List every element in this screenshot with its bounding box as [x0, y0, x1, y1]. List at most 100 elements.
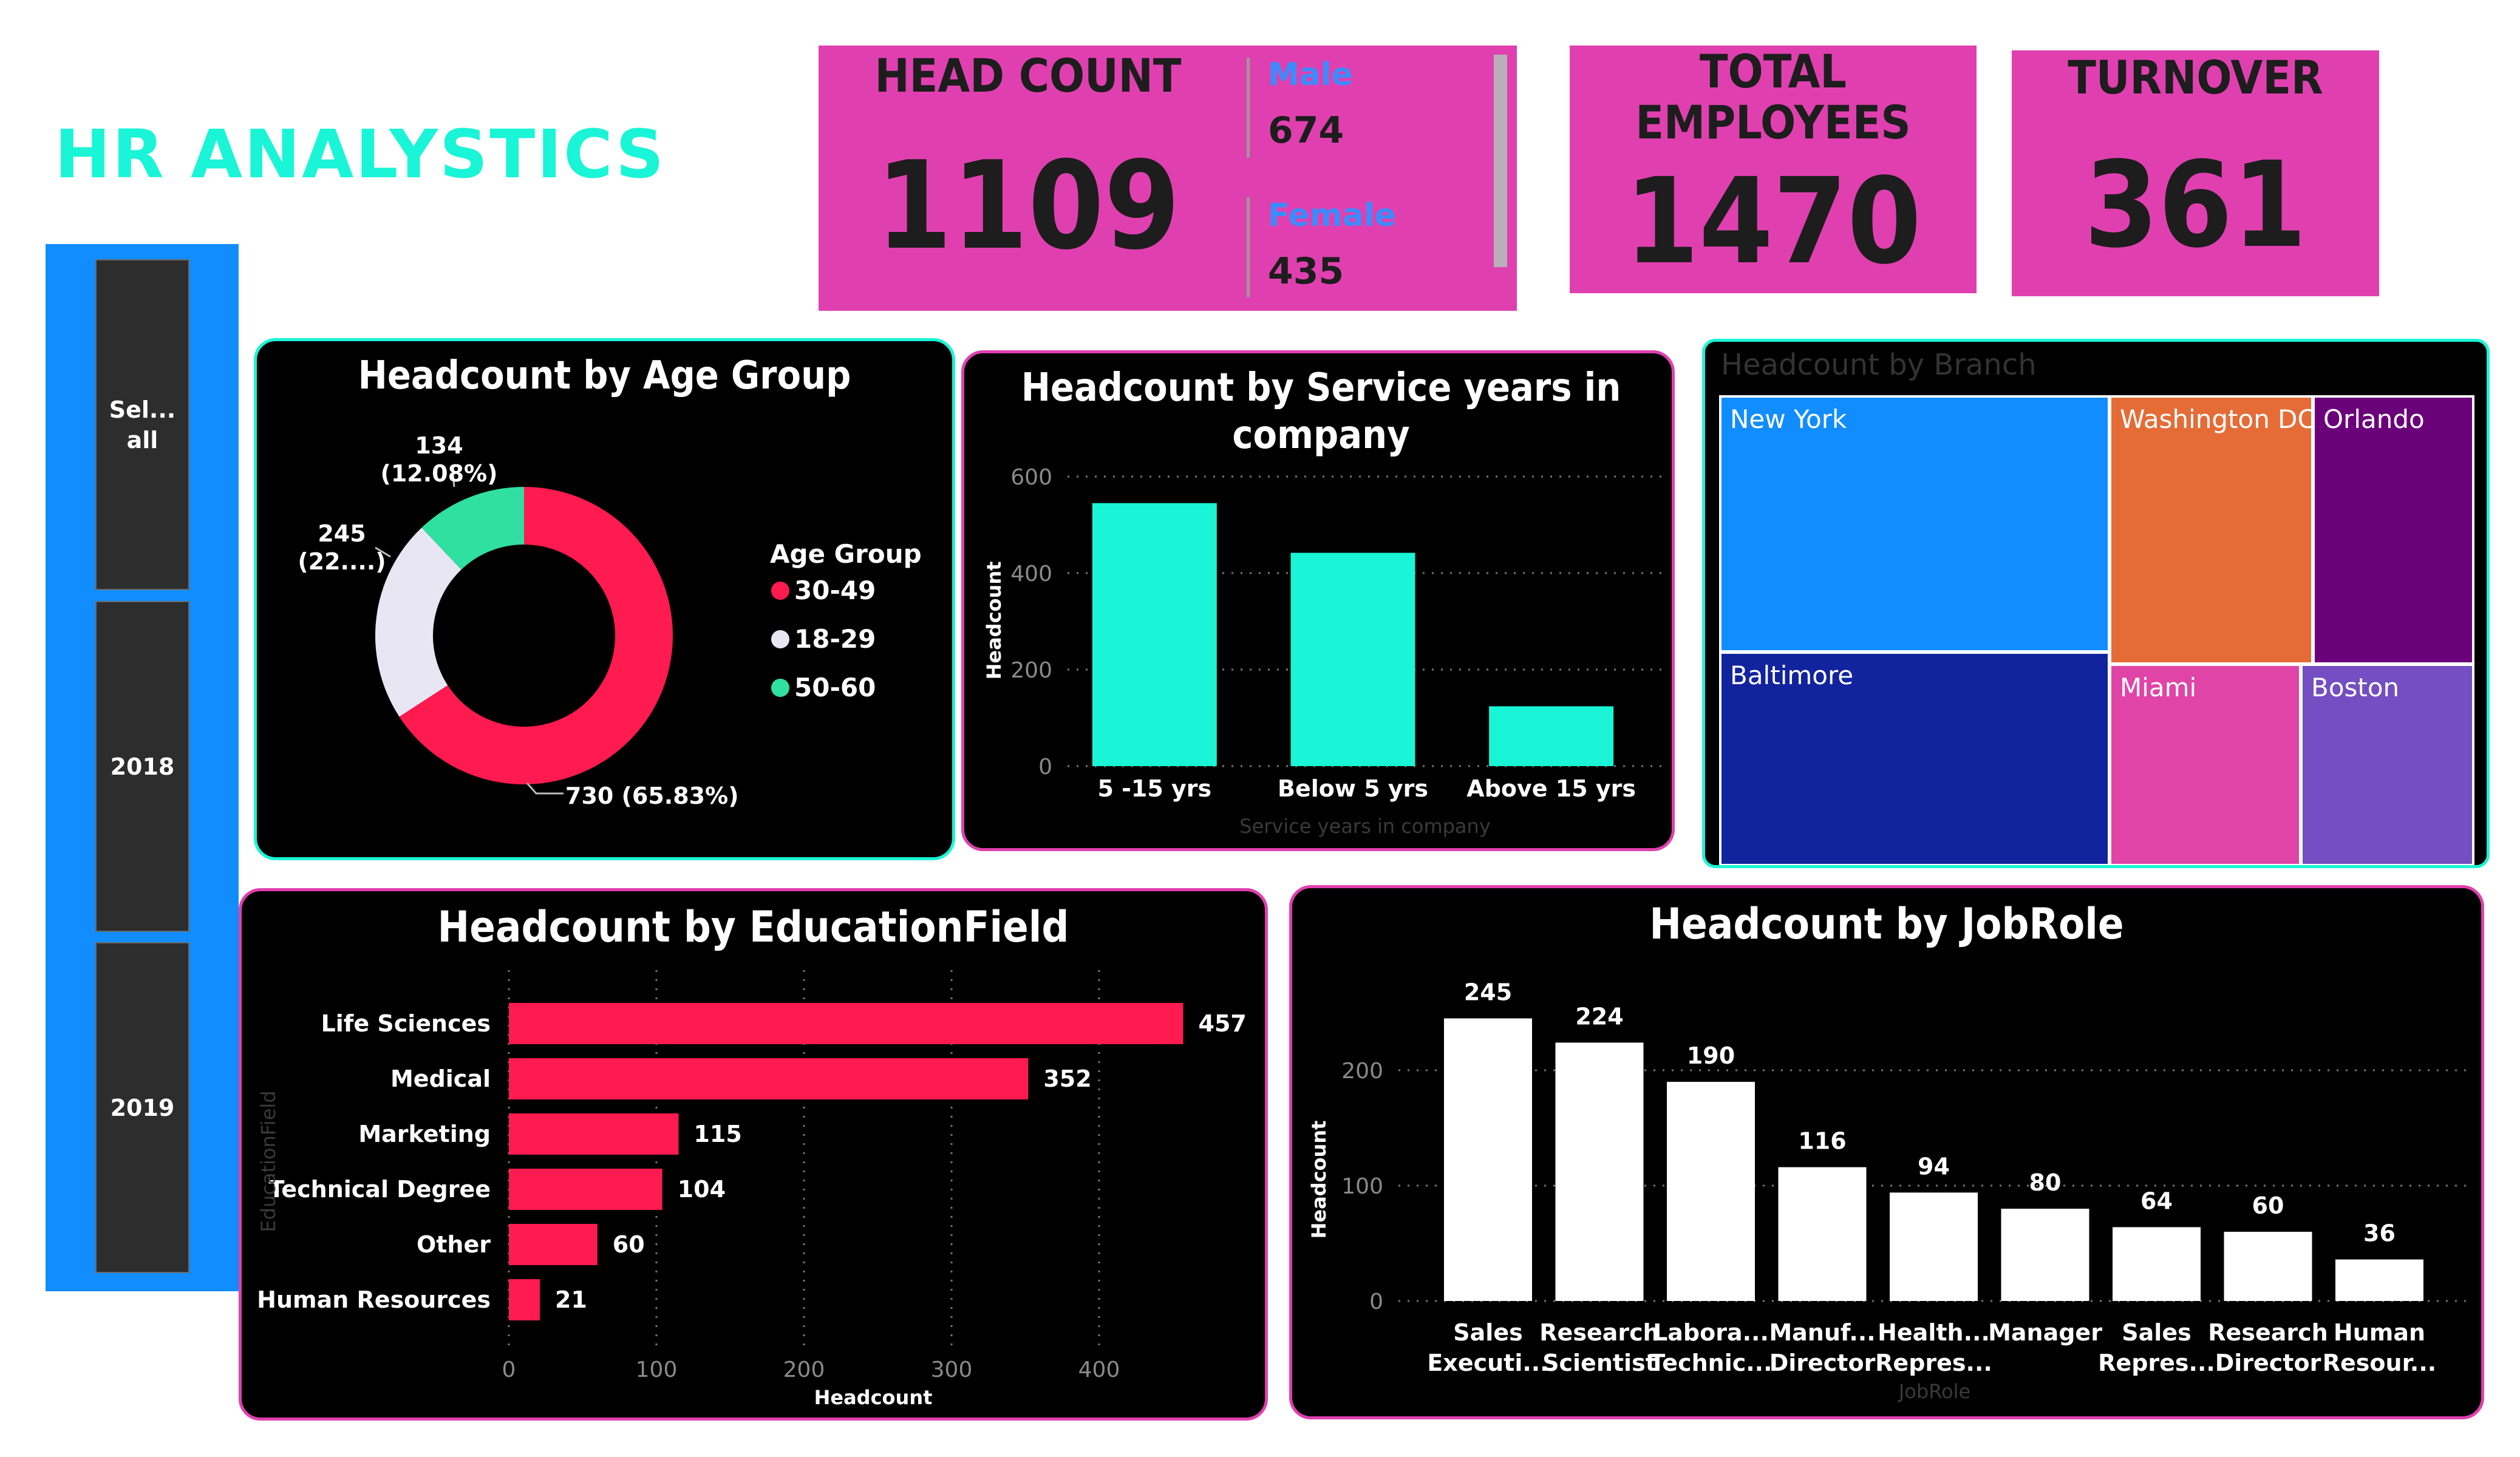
- service-years-chart-panel: Headcount by Service years in company 02…: [961, 350, 1675, 851]
- y-axis-label: Headcount: [982, 562, 1006, 680]
- divider: [1247, 58, 1250, 158]
- y-tick-label: 200: [1341, 1059, 1383, 1084]
- y-axis-label: EducationField: [257, 1090, 280, 1232]
- bar: [509, 1224, 598, 1265]
- data-label: 245: [1464, 979, 1512, 1006]
- y-tick-label: Life Sciences: [321, 1010, 491, 1037]
- x-tick-label: 200: [783, 1357, 825, 1382]
- data-label: 224: [1575, 1003, 1623, 1030]
- slicer-item-label: all: [126, 426, 158, 453]
- x-tick-label: 400: [1078, 1357, 1120, 1382]
- female-label: Female: [1268, 197, 1397, 234]
- scrollbar[interactable]: [1494, 55, 1507, 267]
- x-tick-label: Below 5 yrs: [1278, 775, 1428, 802]
- bar: [509, 1113, 679, 1155]
- bar: [1444, 1018, 1532, 1301]
- data-label: 80: [2029, 1169, 2062, 1196]
- treemap-label: Orlando: [2323, 404, 2425, 434]
- age-group-donut-chart: 730 (65.83%) 245 (22....) 134 (12.08%) Age Gr…: [298, 432, 922, 809]
- x-tick-label: 100: [636, 1357, 678, 1382]
- turnover-label: TURNOVER: [2068, 50, 2323, 104]
- job-role-chart-panel: Headcount by JobRole 0 100 200 245 Sales Exec…: [1289, 885, 2484, 1419]
- dashboard-title: HR ANALYSTICS: [55, 115, 666, 193]
- y-tick-label: Technical Degree: [268, 1176, 491, 1203]
- age-group-chart-panel: Headcount by Age Group 730 (65.83%) 245 (2…: [254, 338, 955, 860]
- bar: [1290, 552, 1415, 766]
- treemap-label: Baltimore: [1730, 661, 1853, 690]
- data-label: 94: [1918, 1153, 1950, 1180]
- legend-marker: [771, 679, 789, 697]
- bar: [2001, 1209, 2089, 1301]
- bar: [1890, 1192, 1978, 1301]
- slicer-item-label: Sel...: [109, 396, 176, 423]
- branch-treemap: New York Baltimore Washington DC Orlando Mia…: [1719, 395, 2474, 865]
- bar: [509, 1279, 540, 1320]
- bar: [2113, 1227, 2201, 1301]
- education-field-chart-panel: Headcount by EducationField 0 100 200 300 40…: [239, 888, 1268, 1421]
- y-tick-label: 100: [1341, 1174, 1383, 1199]
- branch-treemap-panel: Headcount by Branch New York Baltimore Was…: [1702, 339, 2490, 868]
- education-field-bar-chart: 0 100 200 300 400 Life Sciences 457 Medical 352 M…: [257, 970, 1247, 1409]
- y-tick-label: 0: [1369, 1289, 1383, 1314]
- x-tick-label: Manager: [1988, 1319, 2102, 1346]
- legend-item: 18-29: [794, 624, 876, 654]
- head-count-value: 1109: [876, 135, 1180, 277]
- y-tick-label: 400: [1010, 562, 1052, 586]
- data-label: 134 (12.08%): [380, 432, 497, 487]
- data-label: 36: [2363, 1220, 2396, 1247]
- bar: [1489, 706, 1614, 766]
- year-slicer: Sel... all 2018 2019: [46, 244, 239, 1291]
- legend-marker: [771, 630, 789, 648]
- data-label: 730 (65.83%): [565, 783, 739, 809]
- total-employees-card: TOTAL EMPLOYEES 1470: [1570, 46, 1977, 293]
- legend-marker: [771, 582, 789, 600]
- bar: [509, 1058, 1029, 1099]
- bar: [2224, 1232, 2312, 1301]
- bar: [509, 1169, 662, 1210]
- x-tick-label: Sales Executi...: [1427, 1319, 1548, 1376]
- data-label: 190: [1687, 1042, 1735, 1069]
- turnover-card: TURNOVER 361: [2012, 50, 2379, 296]
- data-label: 116: [1798, 1128, 1846, 1155]
- x-tick-label: Human Resour...: [2323, 1319, 2436, 1376]
- slicer-item-2019[interactable]: 2019: [95, 942, 189, 1273]
- legend-title: Age Group: [770, 539, 922, 569]
- service-years-bar-chart: 0 200 400 600 5 -15 yrs Below 5 yrs Above 15 y…: [982, 465, 1663, 838]
- x-tick-label: Research Director: [2208, 1319, 2328, 1376]
- x-axis-label: JobRole: [1898, 1380, 1970, 1403]
- job-role-bar-chart: 0 100 200 245 Sales Executi... 224 Research Scie…: [1307, 979, 2467, 1403]
- slicer-item-label: 2018: [110, 753, 175, 780]
- legend-item: 50-60: [794, 673, 876, 702]
- x-tick-label: Above 15 yrs: [1466, 775, 1636, 802]
- bar: [1555, 1042, 1644, 1301]
- y-tick-label: Medical: [390, 1065, 491, 1092]
- slicer-item-2018[interactable]: 2018: [95, 601, 189, 932]
- slicer-item-select-all[interactable]: Sel... all: [95, 259, 189, 590]
- bar: [1092, 503, 1217, 766]
- x-tick-label: 300: [931, 1357, 973, 1382]
- x-tick-label: Research Scientist: [1539, 1319, 1659, 1376]
- y-tick-label: 600: [1010, 465, 1052, 490]
- bar: [1667, 1082, 1755, 1301]
- male-value: 674: [1268, 109, 1344, 152]
- leader-line: [526, 783, 564, 795]
- x-tick-label: Health... Repres...: [1875, 1319, 1992, 1376]
- data-label: 115: [693, 1121, 741, 1147]
- x-axis-label: Headcount: [814, 1386, 933, 1409]
- data-label: 104: [678, 1176, 726, 1203]
- male-label: Male: [1268, 56, 1353, 93]
- bar: [1778, 1167, 1867, 1301]
- x-tick-label: Manuf... Director: [1769, 1319, 1875, 1376]
- treemap-label: Miami: [2120, 673, 2196, 702]
- total-employees-label-line2: EMPLOYEES: [1635, 95, 1911, 149]
- treemap-tile-new-york: [1719, 395, 2110, 653]
- x-tick-label: 5 -15 yrs: [1097, 775, 1211, 802]
- head-count-label: HEAD COUNT: [874, 49, 1182, 103]
- total-employees-value: 1470: [1624, 152, 1922, 290]
- legend-item: 30-49: [794, 576, 876, 605]
- slicer-item-label: 2019: [110, 1094, 175, 1121]
- turnover-value: 361: [2084, 136, 2307, 274]
- data-label: 245 (22....): [298, 520, 386, 575]
- data-label: 457: [1199, 1010, 1247, 1037]
- bar: [2335, 1259, 2423, 1301]
